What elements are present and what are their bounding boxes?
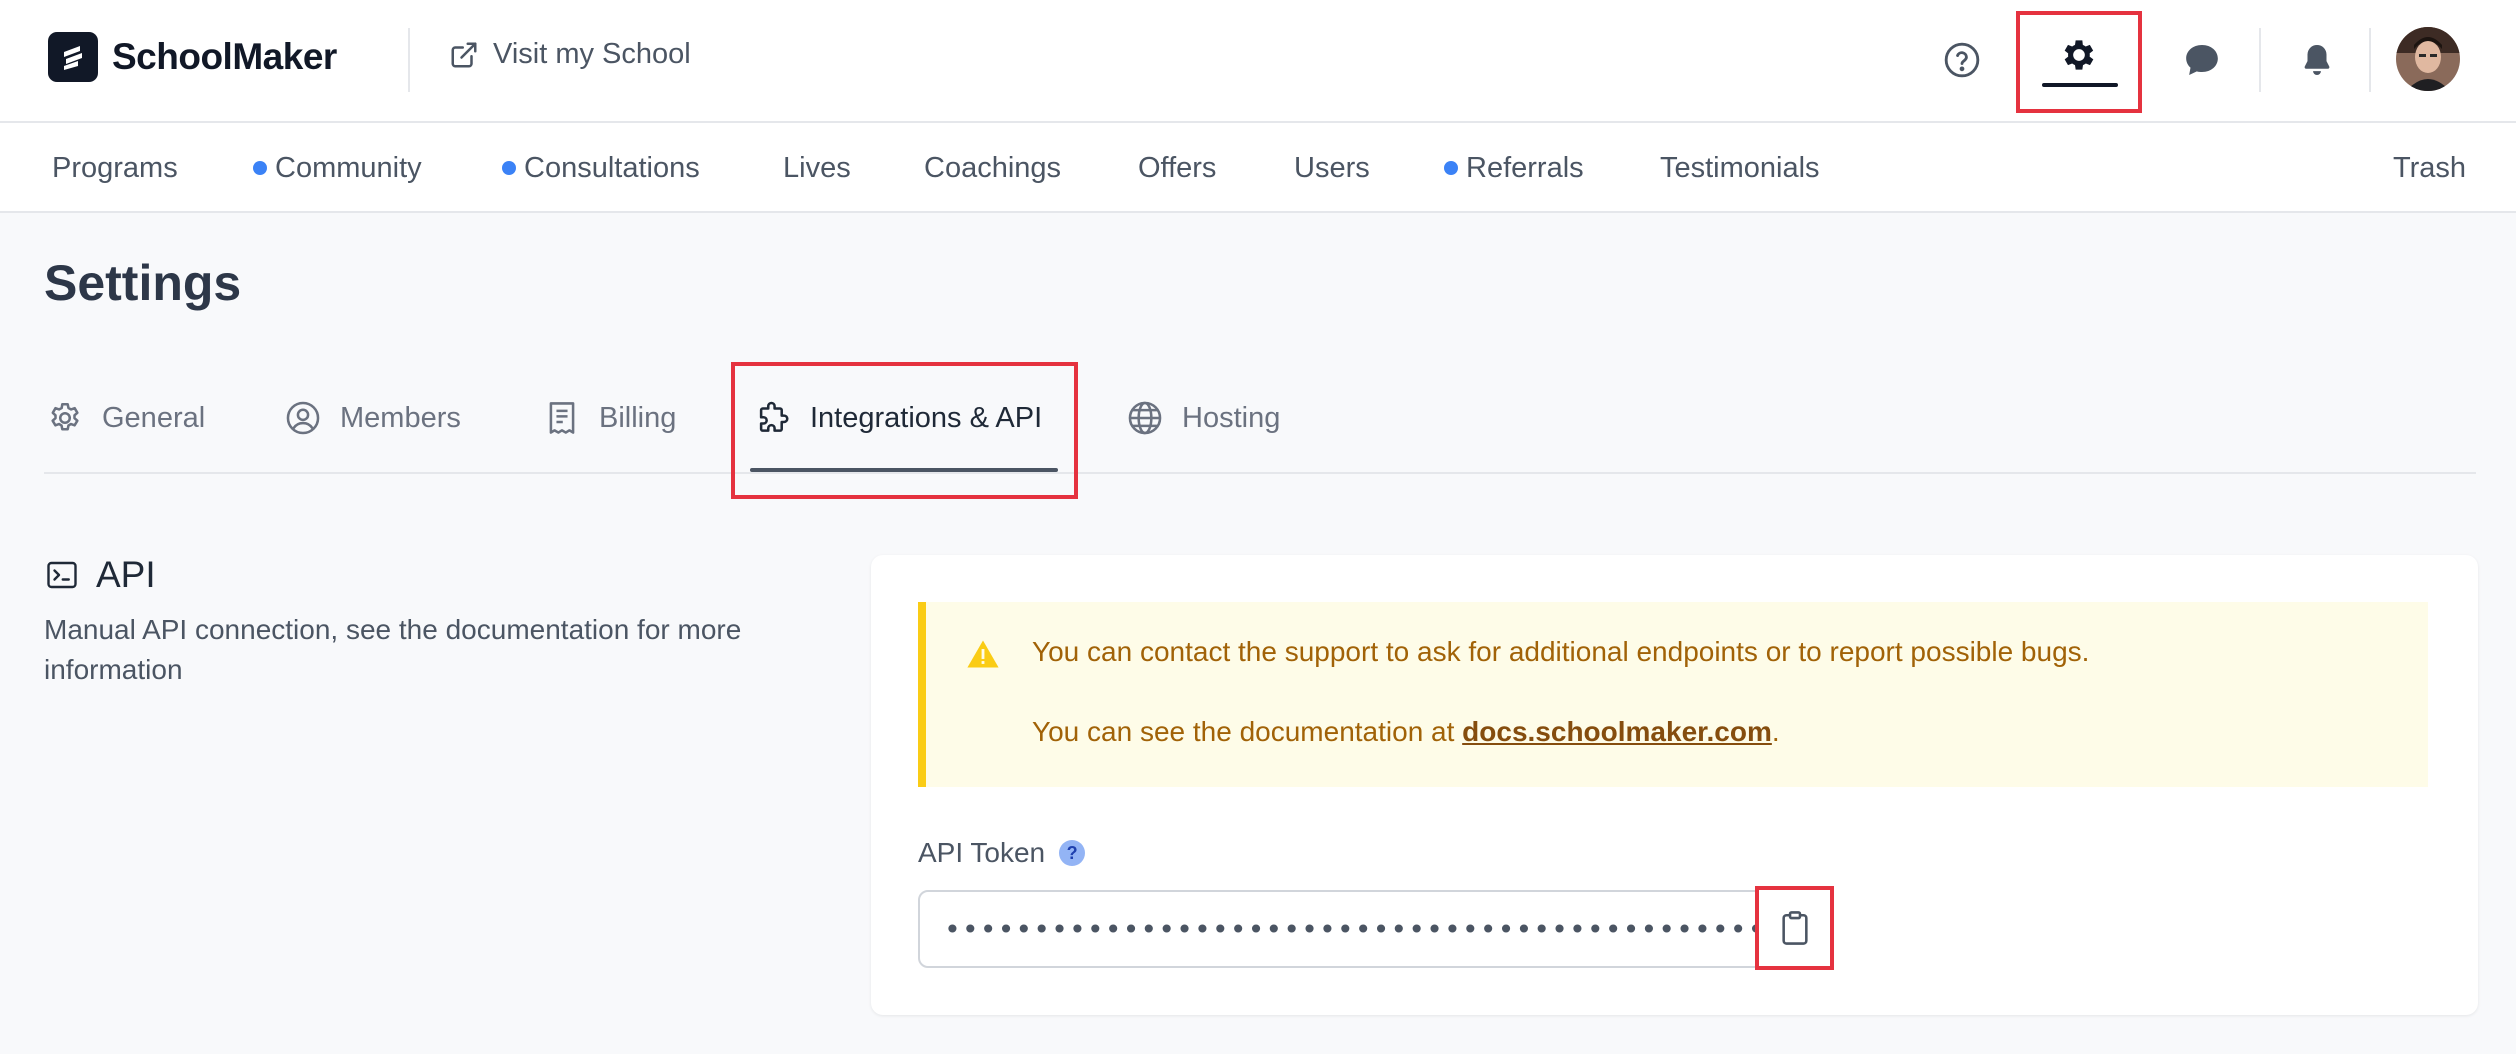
tab-label: Integrations & API [810,401,1043,434]
new-indicator-dot [253,161,267,175]
tab-integrations-api[interactable]: Integrations & API [754,390,1042,446]
nav-item-testimonials[interactable]: Testimonials [1660,123,1820,213]
user-circle-icon [286,401,320,435]
api-token-input[interactable] [918,890,1764,968]
api-token-help-icon[interactable]: ? [1059,840,1086,866]
nav-item-lives[interactable]: Lives [783,123,851,213]
docs-link[interactable]: docs.schoolmaker.com [1462,716,1772,747]
nav-label: Consultations [524,151,700,184]
api-section-description: Manual API connection, see the documenta… [44,614,742,685]
nav-item-programs[interactable]: Programs [52,123,178,213]
tab-members[interactable]: Members [284,390,461,446]
header-divider [408,28,410,92]
tab-hosting[interactable]: Hosting [1126,390,1280,446]
new-indicator-dot [1444,161,1458,175]
settings-active-indicator [2042,83,2118,87]
support-alert: You can contact the support to ask for a… [918,602,2428,787]
brand-logo[interactable]: SchoolMaker [48,32,337,82]
gear-outline-icon [51,402,79,431]
help-circle-icon [1944,42,1980,78]
bell-icon [2304,44,2330,76]
nav-label: Community [275,151,422,184]
copy-token-button[interactable] [1755,886,1834,970]
brand-name: SchoolMaker [112,36,337,77]
terminal-icon [47,561,77,589]
nav-label: Users [1294,151,1370,184]
help-button[interactable] [1942,40,1982,80]
user-avatar[interactable] [2396,27,2460,91]
tab-billing[interactable]: Billing [543,390,676,446]
puzzle-icon [759,401,789,432]
tab-label: Hosting [1182,401,1281,434]
notifications-button[interactable] [2296,38,2338,82]
api-section-header: API [44,554,156,596]
alert-docs-prefix: You can see the documentation at [1032,716,1463,747]
tab-label: General [102,401,206,434]
tabs-divider [44,472,2476,474]
header-divider-3 [2369,28,2371,92]
visit-school-link[interactable]: Visit my School [449,38,691,71]
avatar-photo-icon [2396,27,2460,91]
nav-item-trash[interactable]: Trash [2393,123,2466,213]
api-token-label: API Token [918,837,1046,868]
tab-label: Billing [599,401,677,434]
api-token-label-row: API Token ? [918,837,1086,869]
gear-icon [2064,40,2094,70]
alert-message-support: You can contact the support to ask for a… [1032,636,2090,667]
nav-item-offers[interactable]: Offers [1138,123,1216,213]
nav-item-coachings[interactable]: Coachings [924,123,1061,213]
main-nav: Programs Community Consultations Lives C… [0,123,2516,213]
nav-item-community[interactable]: Community [253,123,422,213]
receipt-icon [549,402,575,434]
alert-message-docs: You can see the documentation at docs.sc… [1032,716,1780,748]
page-title: Settings [44,255,242,311]
nav-label: Coachings [924,151,1062,184]
alert-docs-suffix: . [1771,716,1780,747]
nav-item-users[interactable]: Users [1294,123,1370,213]
nav-label: Trash [2393,151,2467,184]
external-link-icon [451,42,477,67]
nav-label: Lives [783,151,851,184]
warning-icon [967,640,999,668]
api-card: You can contact the support to ask for a… [871,555,2478,1015]
nav-label: Testimonials [1660,151,1820,184]
clipboard-icon [1781,911,1808,945]
globe-icon [1128,401,1162,435]
settings-button[interactable] [2016,11,2142,113]
nav-item-referrals[interactable]: Referrals [1444,123,1584,213]
nav-label: Offers [1138,151,1217,184]
new-indicator-dot [502,161,516,175]
nav-label: Programs [52,151,178,184]
tab-general[interactable]: General [46,390,205,446]
api-section-title: API [96,554,156,595]
top-header: SchoolMaker Visit my School [0,0,2516,123]
chat-bubble-icon [2186,45,2218,75]
visit-school-label: Visit my School [493,38,691,70]
header-divider-2 [2259,28,2261,92]
nav-label: Referrals [1466,151,1584,184]
tab-label: Members [340,401,461,434]
active-tab-indicator [750,468,1058,472]
nav-item-consultations[interactable]: Consultations [502,123,700,213]
messages-button[interactable] [2180,38,2224,82]
logo-icon [48,32,98,82]
